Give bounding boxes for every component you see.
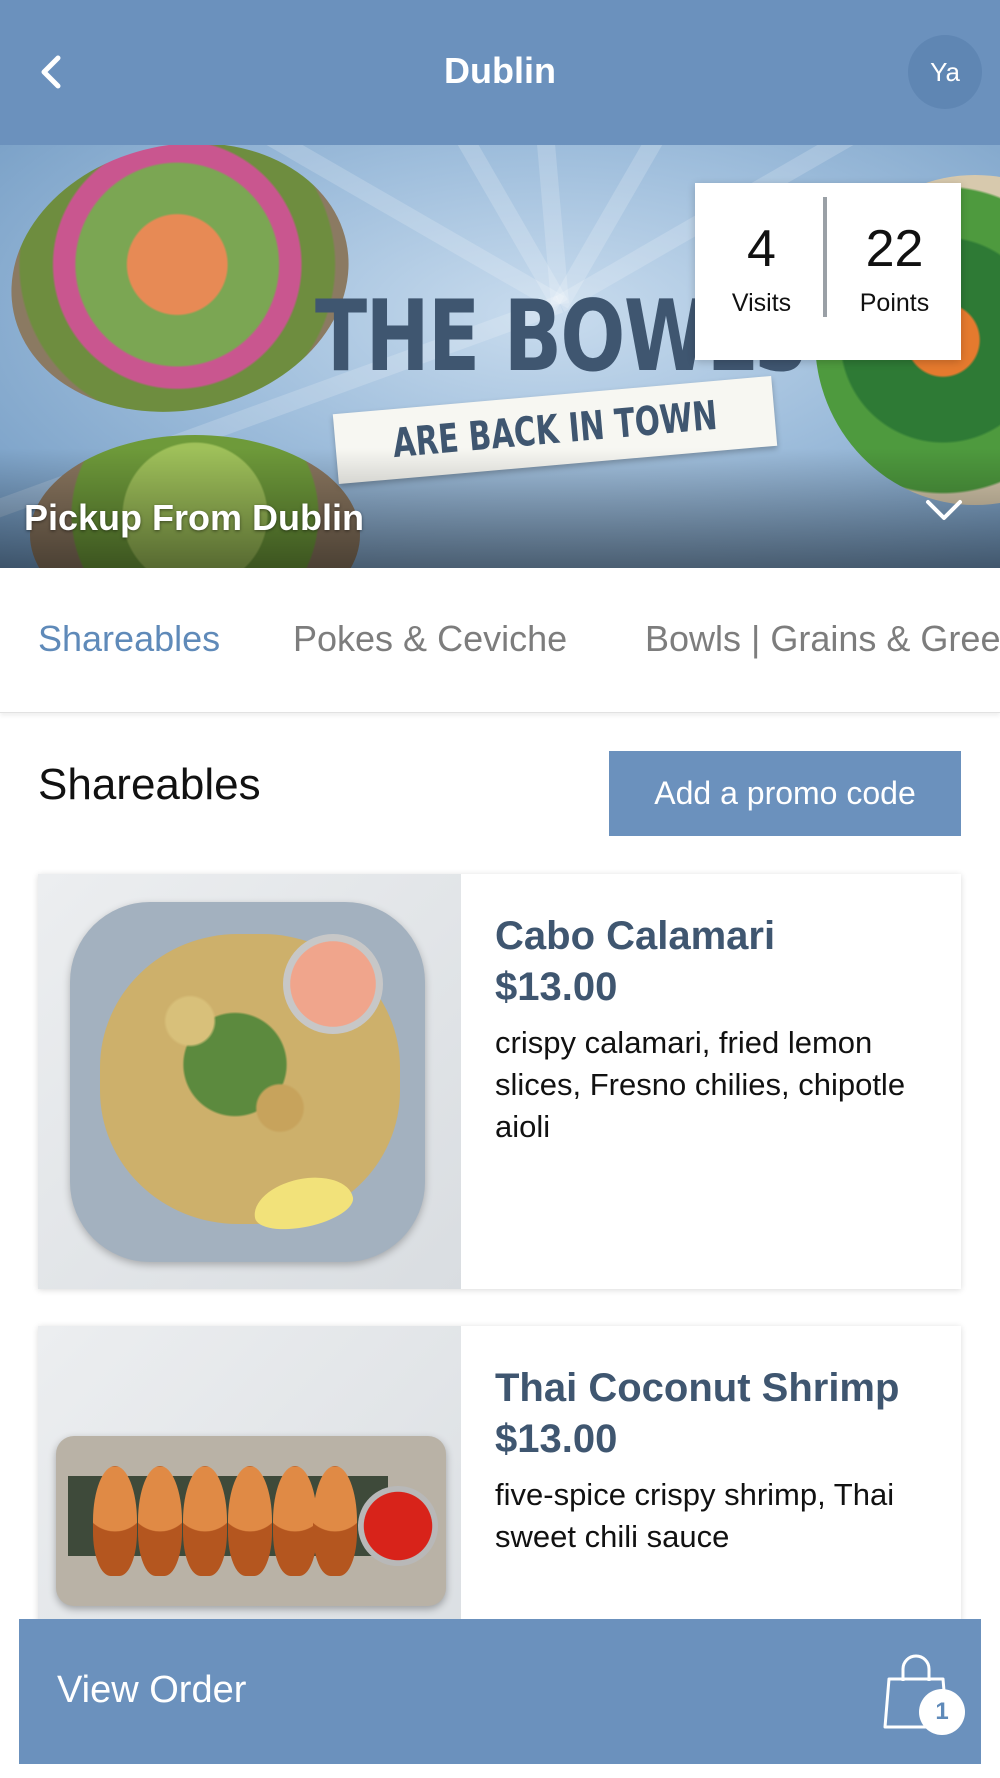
cart-count-badge: 1 bbox=[919, 1689, 965, 1735]
view-order-button[interactable]: View Order 1 bbox=[19, 1619, 981, 1764]
points-label: Points bbox=[859, 289, 930, 317]
visits-stat: 4 Visits bbox=[695, 183, 828, 360]
menu-item-card[interactable]: Cabo Calamari $13.00 crispy calamari, fr… bbox=[38, 874, 961, 1289]
menu-item-card[interactable]: Thai Coconut Shrimp $13.00 five-spice cr… bbox=[38, 1326, 961, 1626]
item-info: Thai Coconut Shrimp $13.00 five-spice cr… bbox=[495, 1364, 935, 1558]
shrimp-shape bbox=[228, 1466, 272, 1576]
item-price: $13.00 bbox=[495, 1417, 618, 1461]
chili-sauce-shape bbox=[358, 1486, 438, 1566]
item-price: $13.00 bbox=[495, 965, 618, 1009]
chevron-down-icon bbox=[926, 500, 962, 520]
item-description: five-spice crispy shrimp, Thai sweet chi… bbox=[495, 1477, 895, 1554]
item-name: Cabo Calamari bbox=[495, 914, 776, 958]
shrimp-shape bbox=[138, 1466, 182, 1576]
loyalty-stats-card: 4 Visits 22 Points bbox=[695, 183, 961, 360]
item-image bbox=[38, 874, 461, 1289]
aioli-dip-shape bbox=[283, 934, 383, 1034]
pickup-dropdown-toggle[interactable] bbox=[922, 488, 966, 532]
tab-shareables[interactable]: Shareables bbox=[38, 618, 220, 660]
points-stat: 22 Points bbox=[828, 183, 961, 360]
points-count: 22 bbox=[865, 220, 924, 278]
visits-label: Visits bbox=[731, 289, 792, 317]
top-app-bar: Dublin Ya bbox=[0, 0, 1000, 145]
section-title: Shareables bbox=[38, 760, 261, 809]
item-description: crispy calamari, fried lemon slices, Fre… bbox=[495, 1025, 906, 1144]
add-promo-code-button[interactable]: Add a promo code bbox=[609, 751, 961, 836]
item-image bbox=[38, 1326, 461, 1626]
stats-divider bbox=[823, 197, 827, 317]
item-name: Thai Coconut Shrimp bbox=[495, 1366, 900, 1410]
page-title: Dublin bbox=[444, 50, 556, 91]
item-info: Cabo Calamari $13.00 crispy calamari, fr… bbox=[495, 912, 935, 1148]
shrimp-shape bbox=[183, 1466, 227, 1576]
category-tabs: Shareables Pokes & Ceviche Bowls | Grain… bbox=[0, 568, 1000, 713]
pickup-location-label[interactable]: Pickup From Dublin bbox=[24, 497, 364, 539]
shrimp-shape bbox=[273, 1466, 317, 1576]
avatar[interactable]: Ya bbox=[908, 35, 982, 109]
visits-count: 4 bbox=[747, 220, 776, 278]
tab-pokes-ceviche[interactable]: Pokes & Ceviche bbox=[293, 618, 567, 660]
view-order-label: View Order bbox=[57, 1669, 247, 1711]
shrimp-shape bbox=[93, 1466, 137, 1576]
shrimp-shape bbox=[313, 1466, 357, 1576]
tab-bowls-grains-greens[interactable]: Bowls | Grains & Greens bbox=[645, 618, 1000, 660]
